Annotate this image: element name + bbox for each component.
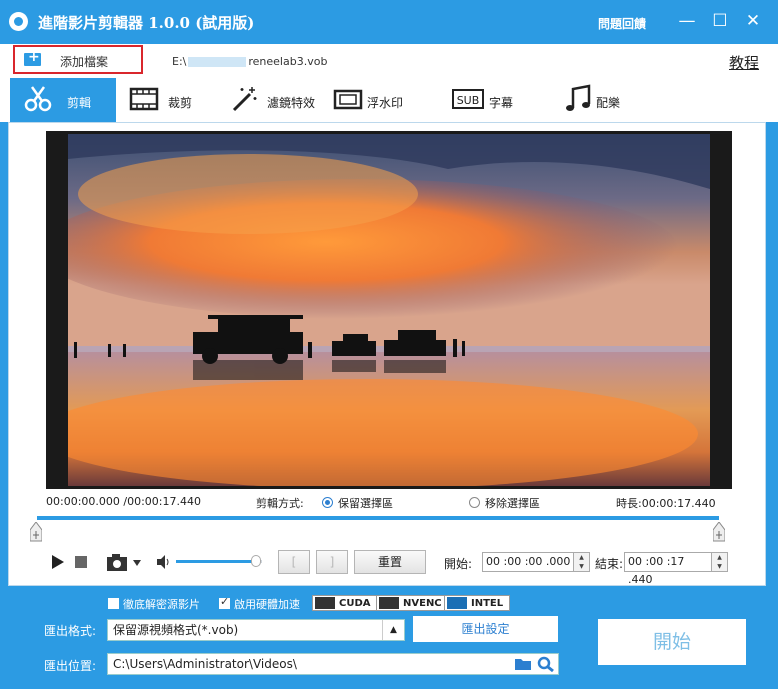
intel-badge: INTEL: [444, 595, 511, 611]
tutorial-link[interactable]: 教程: [729, 52, 759, 73]
watermark-icon: [333, 89, 363, 110]
tab-crop[interactable]: 裁剪: [116, 78, 216, 122]
title-bar: 進階影片剪輯器 1.0.0 (試用版) 問題回饋 — ☐ ✕: [0, 0, 778, 44]
mark-in-button[interactable]: [: [278, 550, 310, 574]
tool-tabs: 剪輯 裁剪 濾鏡特效 浮水印 SUB 字幕 配樂: [0, 78, 778, 122]
decompress-checkbox[interactable]: [108, 598, 119, 609]
end-time-spinner[interactable]: ▲ ▼: [712, 552, 728, 572]
tab-cut-label: 剪輯: [67, 96, 92, 110]
end-time-label: 結束:: [595, 557, 624, 571]
intel-label: INTEL: [471, 598, 504, 609]
cut-mode-label: 剪輯方式:: [256, 497, 304, 510]
app-title: 進階影片剪輯器 1.0.0 (試用版): [38, 14, 255, 32]
tab-watermark[interactable]: 浮水印: [320, 78, 420, 122]
decompress-option[interactable]: 徹底解密源影片: [108, 596, 200, 612]
duration: 時長:00:00:17.440: [616, 495, 716, 511]
video-frame: [68, 134, 710, 486]
nvidia-icon: [315, 597, 335, 609]
folder-add-icon: [24, 49, 41, 66]
tab-subtitle[interactable]: SUB 字幕: [440, 78, 550, 122]
remove-radio[interactable]: [469, 497, 480, 508]
tab-cut[interactable]: 剪輯: [10, 78, 116, 122]
close-button[interactable]: ✕: [738, 8, 768, 34]
mark-out-button[interactable]: ]: [316, 550, 348, 574]
file-path: E:\ reneelab3.vob: [172, 55, 327, 68]
tab-music[interactable]: 配樂: [550, 78, 660, 122]
volume-knob[interactable]: [251, 555, 262, 567]
tab-filters[interactable]: 濾鏡特效: [216, 78, 320, 122]
hw-accel-option[interactable]: 啟用硬體加速: [219, 595, 300, 612]
format-value: 保留源視頻格式(*.vob): [113, 623, 239, 637]
reset-button[interactable]: 重置: [354, 550, 426, 574]
subtitle-icon: SUB: [452, 89, 484, 109]
keep-label: 保留選擇區: [338, 497, 393, 510]
add-file-button[interactable]: 添加檔案: [13, 45, 143, 74]
cuda-label: CUDA: [339, 598, 371, 609]
snapshot-camera-icon[interactable]: [106, 550, 144, 574]
magic-wand-icon: [232, 87, 257, 112]
music-note-icon: [566, 84, 591, 111]
start-marker-handle[interactable]: [30, 522, 42, 542]
location-value: C:\Users\Administrator\Videos\: [113, 657, 297, 671]
export-settings-button[interactable]: 匯出設定: [413, 616, 558, 642]
location-input[interactable]: C:\Users\Administrator\Videos\: [107, 653, 559, 675]
volume-slider[interactable]: [176, 550, 264, 574]
duration-label: 時長:: [616, 497, 642, 510]
time-position: 00:00:00.000 /00:00:17.440: [46, 495, 201, 508]
remove-label: 移除選擇區: [485, 497, 540, 510]
subtitle-icon-text: SUB: [457, 94, 480, 107]
scissors-icon: [24, 86, 52, 112]
location-label: 匯出位置:: [44, 659, 97, 673]
search-icon[interactable]: [537, 656, 555, 672]
nvenc-badge: NVENC: [376, 595, 449, 611]
add-file-label: 添加檔案: [60, 55, 109, 69]
redacted-path: [188, 57, 247, 67]
start-export-button[interactable]: 開始: [598, 619, 746, 665]
file-bar: 添加檔案 E:\ reneelab3.vob 教程: [0, 44, 778, 78]
start-time-label: 開始:: [444, 557, 473, 571]
file-path-prefix: E:\: [172, 55, 187, 68]
feedback-button[interactable]: 問題回饋: [598, 15, 646, 32]
keep-radio[interactable]: [322, 497, 333, 508]
tab-watermark-label: 浮水印: [367, 96, 404, 110]
volume-fill: [176, 560, 260, 563]
format-label: 匯出格式:: [44, 624, 97, 638]
start-time-input[interactable]: 00 :00 :00 .000: [482, 552, 574, 572]
end-time-input[interactable]: 00 :00 :17 .440: [624, 552, 712, 586]
duration-value: 00:00:17.440: [641, 497, 716, 510]
maximize-button[interactable]: ☐: [705, 8, 735, 34]
app-logo-icon: [9, 12, 28, 31]
nvidia-icon: [379, 597, 399, 609]
tab-filters-label: 濾鏡特效: [267, 96, 316, 110]
end-marker-handle[interactable]: [713, 522, 725, 542]
file-path-suffix: reneelab3.vob: [248, 55, 328, 68]
hw-accel-checkbox[interactable]: [219, 595, 230, 609]
decompress-label: 徹底解密源影片: [123, 598, 200, 611]
tab-crop-label: 裁剪: [168, 96, 193, 110]
video-preview[interactable]: [46, 131, 732, 489]
hw-accel-label: 啟用硬體加速: [234, 598, 300, 611]
film-crop-icon: [129, 87, 159, 111]
nvenc-label: NVENC: [403, 598, 442, 609]
tab-music-label: 配樂: [596, 96, 621, 110]
play-icon[interactable]: [50, 550, 66, 574]
start-time-spinner[interactable]: ▲ ▼: [574, 552, 590, 572]
remove-selection-option[interactable]: 移除選擇區: [469, 495, 540, 511]
minimize-button[interactable]: —: [672, 8, 702, 34]
timeline-track[interactable]: [37, 516, 719, 520]
format-select[interactable]: 保留源視頻格式(*.vob) ▲: [107, 619, 405, 641]
tab-subtitle-label: 字幕: [489, 96, 514, 110]
intel-icon: [447, 597, 467, 609]
volume-icon[interactable]: [155, 550, 171, 574]
folder-icon[interactable]: [514, 657, 532, 671]
cuda-badge: CUDA: [312, 595, 378, 611]
keep-selection-option[interactable]: 保留選擇區: [322, 495, 393, 511]
stop-icon[interactable]: [74, 550, 88, 574]
dropdown-arrow-icon[interactable]: ▲: [382, 620, 404, 640]
